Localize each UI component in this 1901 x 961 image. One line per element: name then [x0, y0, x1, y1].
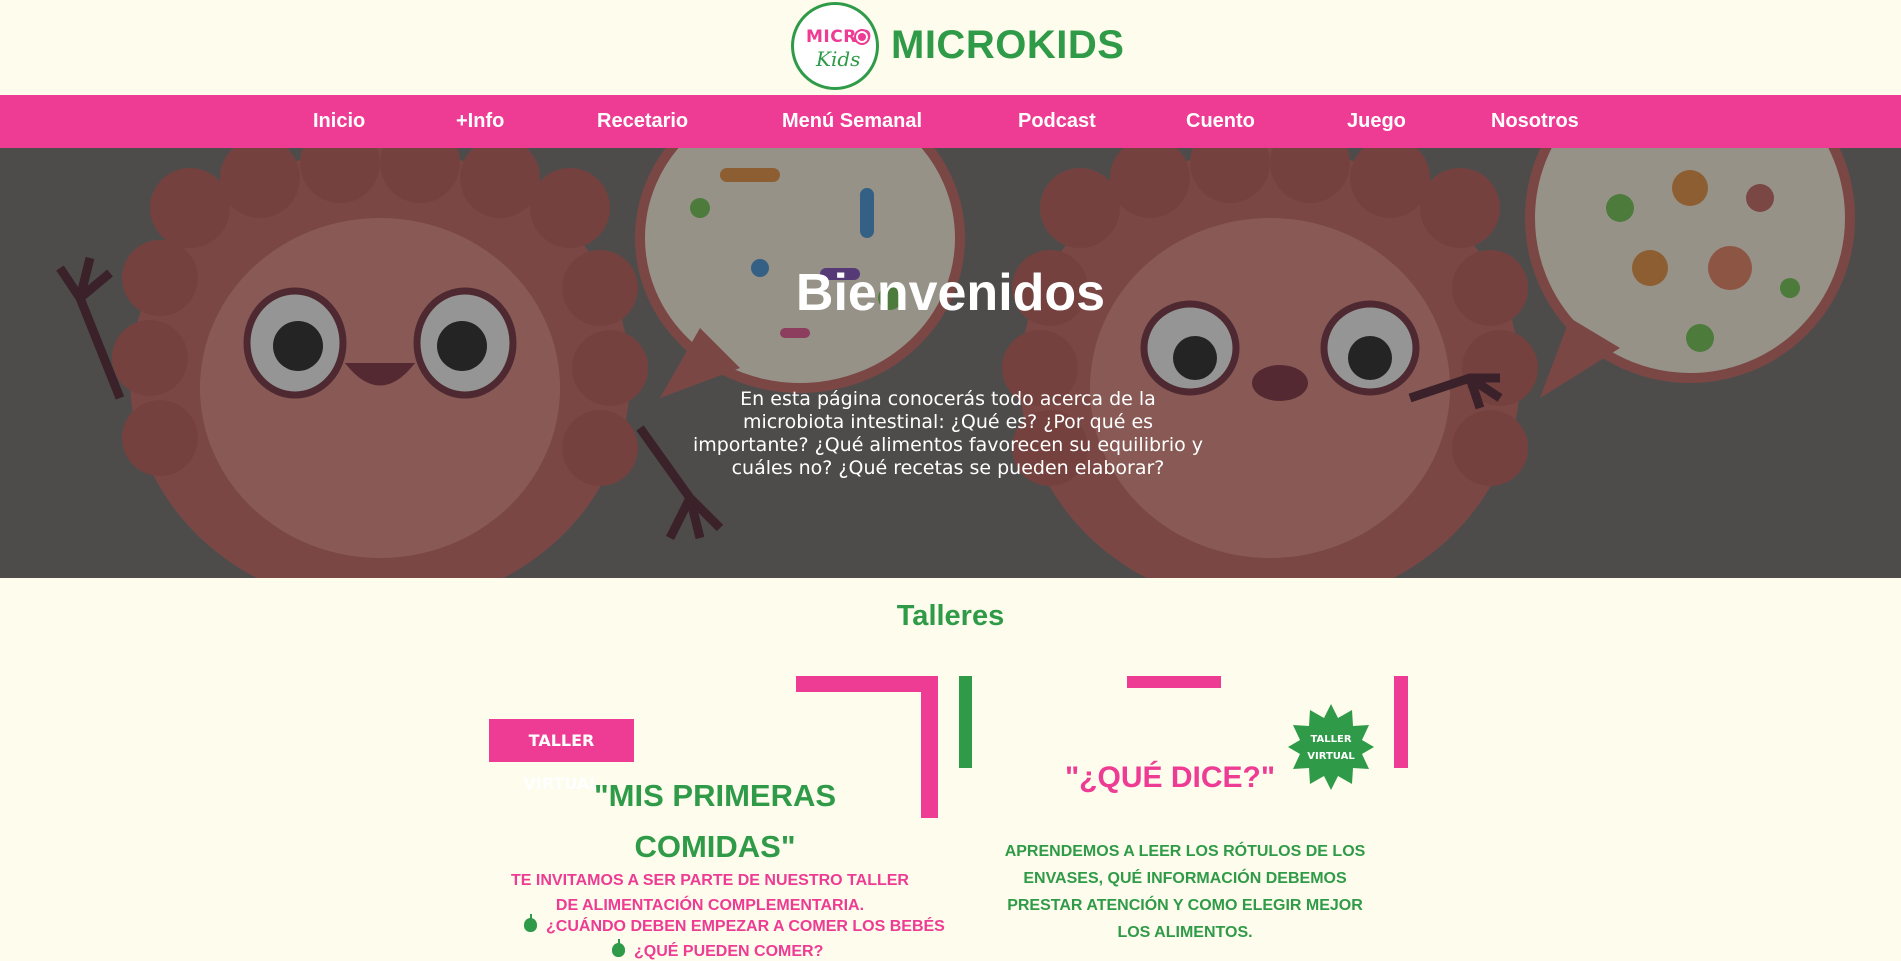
logo-circle: MICRO Kids: [791, 2, 879, 90]
card2-title[interactable]: "¿QUÉ DICE?": [1020, 761, 1320, 795]
taller-virtual-badge: TALLER VIRTUAL: [489, 719, 634, 793]
star-badge-text: TALLER VIRTUAL: [1288, 731, 1374, 765]
brand-name[interactable]: MICROKIDS: [891, 23, 1124, 68]
microbe-icon: [854, 29, 870, 45]
card1-question-text: ¿CUÁNDO DEBEN EMPEZAR A COMER LOS BEBÉS: [546, 918, 945, 935]
pink-bar-horizontal: [1127, 676, 1221, 688]
nav-item-menu-semanal[interactable]: Menú Semanal: [782, 95, 922, 148]
nav-item-info[interactable]: +Info: [456, 95, 504, 148]
card1-question: ¿CUÁNDO DEBEN EMPEZAR A COMER LOS BEBÉS: [524, 914, 945, 936]
card2-description: APRENDEMOS A LEER LOS RÓTULOS DE LOS ENV…: [1004, 843, 1366, 941]
hero-banner: Bienvenidos En esta página conocerás tod…: [0, 148, 1901, 578]
green-bar-vertical: [959, 676, 972, 768]
card1-description: TE INVITAMOS A SER PARTE DE NUESTRO TALL…: [511, 872, 909, 914]
nav-item-recetario[interactable]: Recetario: [597, 95, 688, 148]
nav-item-juego[interactable]: Juego: [1347, 95, 1406, 148]
hero-description: En esta página conocerás todo acerca de …: [692, 388, 1204, 479]
card1-question-text: ¿QUÉ PUEDEN COMER?: [634, 943, 824, 960]
nav-item-podcast[interactable]: Podcast: [1018, 95, 1096, 148]
pink-corner-bar-vertical: [921, 676, 938, 818]
card1-title[interactable]: "MIS PRIMERAS COMIDAS": [575, 770, 855, 872]
pink-bar-vertical: [1394, 676, 1408, 768]
hero-dark-overlay: [0, 148, 1901, 578]
talleres-title: Talleres: [896, 600, 1005, 632]
nav-item-cuento[interactable]: Cuento: [1186, 95, 1255, 148]
main-nav: Inicio +Info Recetario Menú Semanal Podc…: [0, 95, 1901, 148]
nav-item-nosotros[interactable]: Nosotros: [1491, 95, 1579, 148]
logo-kids-text: Kids: [816, 47, 861, 71]
star-badge-line1: TALLER: [1310, 734, 1352, 745]
site-header: MICRO Kids MICROKIDS: [0, 0, 1901, 95]
nav-item-inicio[interactable]: Inicio: [313, 95, 365, 148]
microkids-logo[interactable]: MICRO Kids: [791, 2, 879, 90]
pink-corner-bar-horizontal: [796, 676, 938, 692]
hero-title: Bienvenidos: [795, 264, 1106, 322]
card1-question: ¿QUÉ PUEDEN COMER?: [612, 939, 824, 961]
apple-icon: [612, 939, 625, 957]
apple-icon: [524, 914, 537, 932]
